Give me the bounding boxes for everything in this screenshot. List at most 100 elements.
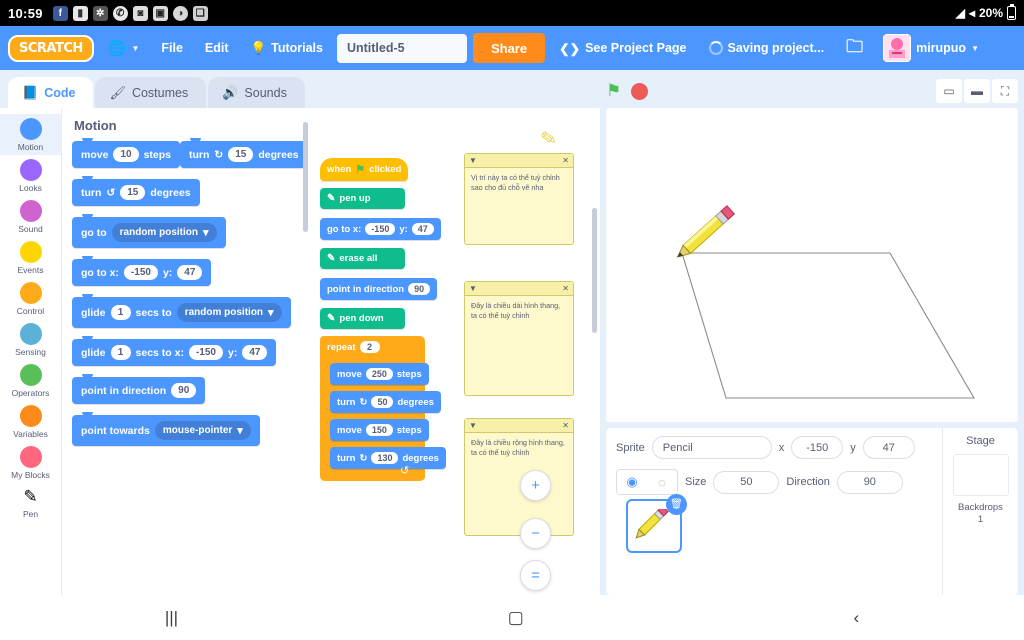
show-sprite-icon[interactable]: ◉ [617, 470, 647, 494]
y-value[interactable]: 47 [411, 223, 434, 235]
see-project-page-button[interactable]: ❮❯ See Project Page [551, 36, 694, 61]
comment-width[interactable]: ▼ ✕ Đây là chiều rộng hình thang, ta có … [464, 418, 574, 536]
script-block-erase-all[interactable]: ✎ erase all [320, 248, 405, 269]
tutorials-menu[interactable]: 💡 Tutorials [243, 36, 331, 61]
account-menu[interactable]: mirupuo ▼ [877, 31, 985, 65]
block-number-input[interactable]: 47 [177, 265, 203, 280]
tab-sounds[interactable]: 🔊 Sounds [208, 77, 305, 109]
script-canvas[interactable]: when ⚑ clicked ✎ pen up go to x: -150 y:… [312, 108, 600, 595]
palette-block[interactable]: turn ↻ 15 degrees [180, 138, 308, 168]
block-number-input[interactable]: 47 [242, 345, 268, 360]
category-events[interactable]: Events [0, 237, 61, 278]
palette-block[interactable]: go to random position ▾ [72, 214, 226, 248]
palette-block[interactable]: glide 1 secs to x: -150 y: 47 [72, 336, 277, 366]
small-stage-icon[interactable]: ▭ [936, 79, 962, 103]
block-number-input[interactable]: -150 [123, 265, 158, 280]
large-stage-icon[interactable]: ▬ [964, 79, 990, 103]
palette-block[interactable]: go to x: -150 y: 47 [72, 256, 212, 286]
canvas-scrollbar-vertical[interactable] [592, 208, 597, 333]
block-number-input[interactable]: -150 [188, 345, 223, 360]
script-block-move-250[interactable]: move 250 steps [330, 363, 429, 385]
category-sensing[interactable]: Sensing [0, 319, 61, 360]
palette-block[interactable]: turn ↺ 15 degrees [72, 176, 200, 206]
comment-length[interactable]: ▼ ✕ Đây là chiều dài hình thang, ta có t… [464, 281, 574, 396]
collapse-icon[interactable]: ▼ [469, 283, 477, 295]
block-dropdown[interactable]: random position ▾ [176, 303, 282, 322]
stage-selector[interactable]: Stage Backdrops 1 [942, 428, 1018, 595]
category-operators[interactable]: Operators [0, 360, 61, 401]
turn-degrees-value[interactable]: 130 [371, 452, 399, 464]
home-button[interactable]: ▢ [508, 608, 524, 628]
comment-header[interactable]: ▼ ✕ [465, 282, 573, 296]
tab-code[interactable]: 📘 Code [8, 77, 94, 109]
script-block-pen-up[interactable]: ✎ pen up [320, 188, 405, 209]
collapse-icon[interactable]: ▼ [469, 155, 477, 167]
direction-value[interactable]: 90 [408, 283, 431, 295]
category-looks[interactable]: Looks [0, 155, 61, 196]
category-pen[interactable]: ✎ Pen [0, 483, 61, 522]
delete-sprite-button[interactable]: 🗑 [666, 494, 687, 515]
zoom-reset-button[interactable]: = [520, 560, 551, 591]
block-number-input[interactable]: 1 [110, 345, 131, 360]
stop-button[interactable] [631, 82, 649, 100]
hide-sprite-icon[interactable]: ◌ [647, 470, 677, 494]
block-dropdown[interactable]: mouse-pointer ▾ [154, 421, 251, 440]
scratch-logo[interactable]: SCRATCH [8, 34, 94, 62]
sprite-direction-input[interactable]: 90 [836, 470, 903, 494]
block-number-input[interactable]: 10 [113, 147, 139, 162]
script-block-when-flag-clicked[interactable]: when ⚑ clicked [320, 158, 409, 181]
script-block-repeat[interactable]: repeat 2 [320, 336, 387, 358]
sprite-name-input[interactable]: Pencil [651, 436, 772, 459]
script-block-turn-130[interactable]: turn ↻ 130 degrees [330, 447, 446, 469]
block-number-input[interactable]: 15 [228, 147, 254, 162]
category-variables[interactable]: Variables [0, 401, 61, 442]
palette-scrollbar[interactable] [303, 122, 308, 232]
x-value[interactable]: -150 [365, 223, 396, 235]
sprite-size-input[interactable]: 50 [713, 470, 780, 494]
category-control[interactable]: Control [0, 278, 61, 319]
my-stuff-button[interactable]: 🗀 [838, 29, 871, 68]
language-selector[interactable]: 🌐 ▼ [100, 34, 148, 62]
palette-block[interactable]: point in direction 90 [72, 374, 206, 404]
comment-header[interactable]: ▼ ✕ [465, 419, 573, 433]
edit-menu[interactable]: Edit [197, 36, 237, 60]
close-icon[interactable]: ✕ [562, 420, 569, 432]
repeat-count[interactable]: 2 [359, 341, 380, 353]
comment-position[interactable]: ▼ ✕ Vị trí này ta có thể tuỳ chỉnh sao c… [464, 153, 574, 245]
block-dropdown[interactable]: random position ▾ [111, 223, 217, 242]
block-number-input[interactable]: 15 [120, 185, 146, 200]
block-number-input[interactable]: 1 [110, 305, 131, 320]
block-palette[interactable]: Motion move 10 steps turn ↻ 15 degrees turn ↺ 15 d… [62, 108, 312, 595]
script-block-go-to-xy[interactable]: go to x: -150 y: 47 [320, 218, 441, 240]
stage-thumbnail[interactable] [952, 454, 1009, 496]
palette-block[interactable]: point towards mouse-pointer ▾ [72, 412, 260, 446]
sprite-y-input[interactable]: 47 [862, 436, 915, 459]
zoom-in-button[interactable]: + [520, 470, 551, 501]
sprite-thumbnail-pencil[interactable]: 🗑 [626, 494, 687, 553]
palette-block[interactable]: move 10 steps [72, 138, 180, 168]
sprite-x-input[interactable]: -150 [791, 436, 844, 459]
category-sound[interactable]: Sound [0, 196, 61, 237]
tab-costumes[interactable]: 🖌 Costumes [95, 77, 207, 109]
move-steps-value[interactable]: 150 [365, 424, 393, 436]
category-motion[interactable]: Motion [0, 114, 61, 155]
script-block-turn-50[interactable]: turn ↻ 50 degrees [330, 391, 441, 413]
category-my-blocks[interactable]: My Blocks [0, 442, 61, 483]
fullscreen-icon[interactable]: ⛶ [992, 79, 1018, 103]
close-icon[interactable]: ✕ [562, 283, 569, 295]
close-icon[interactable]: ✕ [562, 155, 569, 167]
recents-button[interactable]: ||| [165, 608, 178, 628]
green-flag-button[interactable]: ⚑ [606, 81, 621, 101]
zoom-out-button[interactable]: − [520, 518, 551, 549]
script-block-pen-down[interactable]: ✎ pen down [320, 308, 405, 329]
project-title-input[interactable] [336, 33, 467, 63]
stage-canvas[interactable] [606, 108, 1018, 422]
file-menu[interactable]: File [153, 36, 191, 60]
script-block-move-150[interactable]: move 150 steps [330, 419, 429, 441]
move-steps-value[interactable]: 250 [365, 368, 393, 380]
share-button[interactable]: Share [472, 33, 546, 63]
collapse-icon[interactable]: ▼ [469, 420, 477, 432]
comment-header[interactable]: ▼ ✕ [465, 154, 573, 168]
block-number-input[interactable]: 90 [171, 383, 197, 398]
turn-degrees-value[interactable]: 50 [371, 396, 394, 408]
